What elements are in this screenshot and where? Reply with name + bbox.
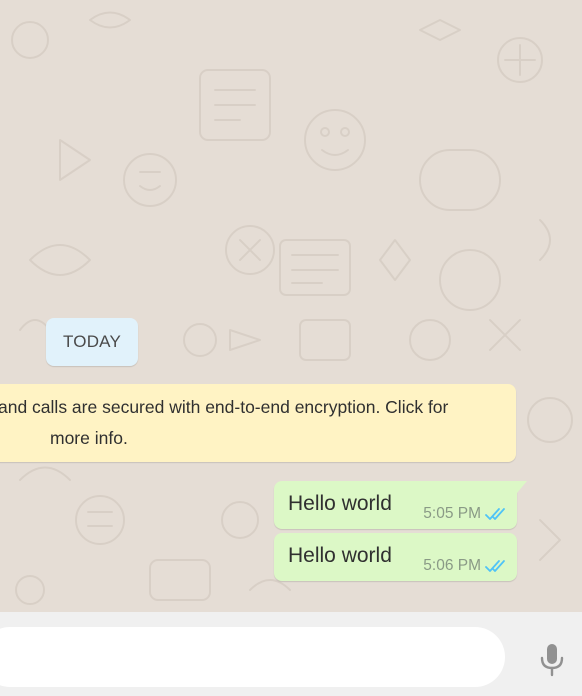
outgoing-message[interactable]: Hello world 5:05 PM xyxy=(274,481,527,529)
message-meta: 5:06 PM xyxy=(423,557,507,575)
bubble-tail xyxy=(517,481,527,493)
double-check-read-icon xyxy=(485,508,505,520)
outgoing-message[interactable]: Hello world 5:06 PM xyxy=(274,533,517,581)
encryption-notice-line1: and calls are secured with end-to-end en… xyxy=(0,397,449,417)
encryption-notice-line2: more info. xyxy=(50,428,128,448)
message-time: 5:05 PM xyxy=(423,505,481,522)
message-time: 5:06 PM xyxy=(423,557,481,574)
compose-bar xyxy=(0,612,582,696)
message-text: Hello world xyxy=(288,544,392,567)
double-check-read-icon xyxy=(485,560,505,572)
day-badge-label: TODAY xyxy=(63,332,121,351)
encryption-notice[interactable]: and calls are secured with end-to-end en… xyxy=(0,384,516,462)
microphone-icon xyxy=(540,644,564,677)
message-list: TODAY and calls are secured with end-to-… xyxy=(0,0,582,612)
day-badge: TODAY xyxy=(46,318,138,366)
message-input[interactable] xyxy=(0,627,505,687)
message-text: Hello world xyxy=(288,492,392,515)
mic-button[interactable] xyxy=(530,638,574,682)
chat-pane: TODAY and calls are secured with end-to-… xyxy=(0,0,582,696)
message-meta: 5:05 PM xyxy=(423,505,507,523)
